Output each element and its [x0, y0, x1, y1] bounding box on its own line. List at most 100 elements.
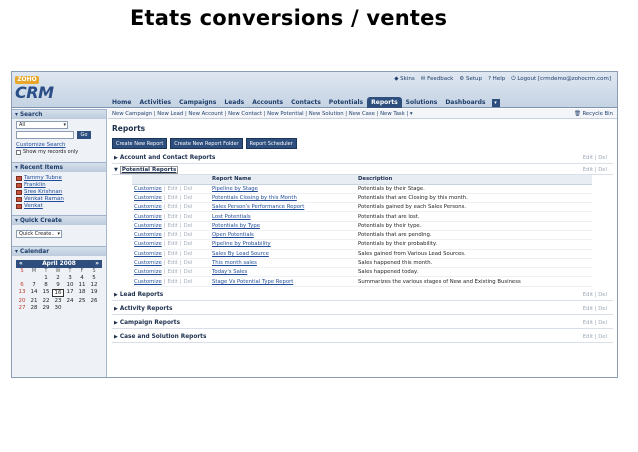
search-module-select[interactable]: All ▾: [16, 121, 68, 129]
calendar-prev-icon[interactable]: «: [19, 261, 23, 267]
edit-link[interactable]: Edit: [168, 251, 178, 257]
recent-item[interactable]: Sree Krishnan: [16, 189, 102, 195]
report-name-link[interactable]: Potentials by Type: [212, 223, 260, 229]
recent-items-header[interactable]: ▾ Recent Items: [12, 162, 106, 172]
section-edit-del[interactable]: Edit | Del: [583, 165, 607, 175]
report-name-link[interactable]: This month sales: [212, 260, 257, 266]
tab-dashboards[interactable]: Dashboards: [441, 97, 489, 108]
edit-link[interactable]: Edit: [168, 186, 178, 192]
calendar-day[interactable]: 8: [40, 282, 52, 288]
calendar-day[interactable]: 11: [76, 282, 88, 288]
search-panel-header[interactable]: ▾ Search: [12, 109, 106, 119]
top-link-setup[interactable]: ⚙ Setup: [459, 76, 482, 83]
calendar-day[interactable]: 14: [28, 289, 40, 297]
calendar-day[interactable]: 5: [88, 275, 100, 281]
edit-link[interactable]: Edit: [168, 269, 178, 275]
calendar-day[interactable]: 15: [40, 289, 52, 297]
calendar-day[interactable]: 20: [16, 298, 28, 304]
customize-link[interactable]: Customize: [134, 269, 162, 275]
del-link[interactable]: Del: [184, 269, 193, 275]
edit-link[interactable]: Edit: [168, 204, 178, 210]
recent-item[interactable]: Tammy Tubne: [16, 175, 102, 181]
quick-links-bar[interactable]: New Campaign | New Lead | New Account | …: [108, 109, 617, 119]
customize-search-link[interactable]: Customize Search: [16, 142, 102, 148]
customize-link[interactable]: Customize: [134, 214, 162, 220]
del-link[interactable]: Del: [184, 186, 193, 192]
section-edit-del[interactable]: Edit | Del: [583, 289, 607, 301]
edit-link[interactable]: Edit: [168, 279, 178, 285]
calendar-day[interactable]: 1: [40, 275, 52, 281]
calendar-day[interactable]: 26: [88, 298, 100, 304]
report-name-link[interactable]: Stage Vs Potential Type Report: [212, 279, 293, 285]
top-link-logout[interactable]: ⏻ Logout [crmdemo@zohocrm.com]: [511, 76, 611, 83]
customize-link[interactable]: Customize: [134, 195, 162, 201]
tab-activities[interactable]: Activities: [135, 97, 175, 108]
del-link[interactable]: Del: [184, 232, 193, 238]
customize-link[interactable]: Customize: [134, 232, 162, 238]
section-edit-del[interactable]: Edit | Del: [583, 317, 607, 329]
del-link[interactable]: Del: [184, 260, 193, 266]
edit-link[interactable]: Edit: [168, 260, 178, 266]
top-link-feedback[interactable]: ✉ Feedback: [421, 76, 454, 83]
calendar-day[interactable]: 7: [28, 282, 40, 288]
recycle-bin-link[interactable]: 🗑 Recycle Bin: [574, 109, 613, 119]
section-potential-reports[interactable]: ▼ Potential Reports Edit | Del: [112, 165, 613, 175]
create-new-report-folder-button[interactable]: Create New Report Folder: [170, 138, 243, 149]
calendar-day[interactable]: 27: [16, 305, 28, 311]
tab-potentials[interactable]: Potentials: [325, 97, 367, 108]
calendar-day[interactable]: 4: [76, 275, 88, 281]
tab-contacts[interactable]: Contacts: [287, 97, 325, 108]
calendar-day[interactable]: 24: [64, 298, 76, 304]
del-link[interactable]: Del: [184, 223, 193, 229]
recent-item[interactable]: Franklin: [16, 182, 102, 188]
report-name-link[interactable]: Sales Person's Performance Report: [212, 204, 304, 210]
section-collapsed-reports[interactable]: ▶ Activity Reports Edit | Del: [112, 303, 613, 315]
report-name-link[interactable]: Sales By Lead Source: [212, 251, 269, 257]
tab-home[interactable]: Home: [108, 97, 135, 108]
section-collapsed-reports[interactable]: ▶ Lead Reports Edit | Del: [112, 289, 613, 301]
tab-leads[interactable]: Leads: [220, 97, 248, 108]
del-link[interactable]: Del: [184, 279, 193, 285]
calendar-day[interactable]: 3: [64, 275, 76, 281]
section-collapsed-reports[interactable]: ▶ Case and Solution Reports Edit | Del: [112, 331, 613, 343]
tab-campaigns[interactable]: Campaigns: [175, 97, 220, 108]
report-name-link[interactable]: Pipeline by Probability: [212, 241, 271, 247]
report-name-link[interactable]: Open Potentials: [212, 232, 254, 238]
calendar-day[interactable]: 2: [52, 275, 64, 281]
calendar-day[interactable]: 16: [52, 289, 64, 297]
section-edit-del[interactable]: Edit | Del: [583, 331, 607, 343]
calendar-day[interactable]: 6: [16, 282, 28, 288]
calendar-day[interactable]: 10: [64, 282, 76, 288]
edit-link[interactable]: Edit: [168, 232, 178, 238]
zoho-crm-logo[interactable]: ZOHO CRM: [15, 76, 65, 102]
calendar-next-icon[interactable]: »: [95, 261, 99, 267]
report-name-link[interactable]: Today's Sales: [212, 269, 247, 275]
report-scheduler-button[interactable]: Report Scheduler: [245, 138, 297, 149]
del-link[interactable]: Del: [184, 204, 193, 210]
calendar-day[interactable]: 18: [76, 289, 88, 297]
tab-reports[interactable]: Reports: [367, 97, 402, 108]
search-go-button[interactable]: Go: [77, 131, 91, 139]
edit-link[interactable]: Edit: [168, 223, 178, 229]
tabs-more-dropdown-icon[interactable]: ▾: [491, 99, 500, 107]
del-link[interactable]: Del: [184, 195, 193, 201]
customize-link[interactable]: Customize: [134, 260, 162, 266]
calendar-day[interactable]: 12: [88, 282, 100, 288]
edit-link[interactable]: Edit: [168, 195, 178, 201]
customize-link[interactable]: Customize: [134, 204, 162, 210]
report-name-link[interactable]: Potentials Closing by this Month: [212, 195, 297, 201]
del-link[interactable]: Del: [184, 214, 193, 220]
del-link[interactable]: Del: [184, 241, 193, 247]
section-edit-del[interactable]: Edit | Del: [583, 152, 607, 164]
edit-link[interactable]: Edit: [168, 241, 178, 247]
create-new-report-button[interactable]: Create New Report: [112, 138, 168, 149]
section-account-contact-reports[interactable]: ▶ Account and Contact Reports Edit | Del: [112, 152, 613, 164]
quick-links[interactable]: New Campaign | New Lead | New Account | …: [112, 111, 413, 117]
search-input[interactable]: [16, 131, 74, 139]
calendar-day[interactable]: 21: [28, 298, 40, 304]
section-collapsed-reports[interactable]: ▶ Campaign Reports Edit | Del: [112, 317, 613, 329]
calendar-day[interactable]: 9: [52, 282, 64, 288]
calendar-day[interactable]: 29: [40, 305, 52, 311]
section-edit-del[interactable]: Edit | Del: [583, 303, 607, 315]
calendar-day[interactable]: 19: [88, 289, 100, 297]
